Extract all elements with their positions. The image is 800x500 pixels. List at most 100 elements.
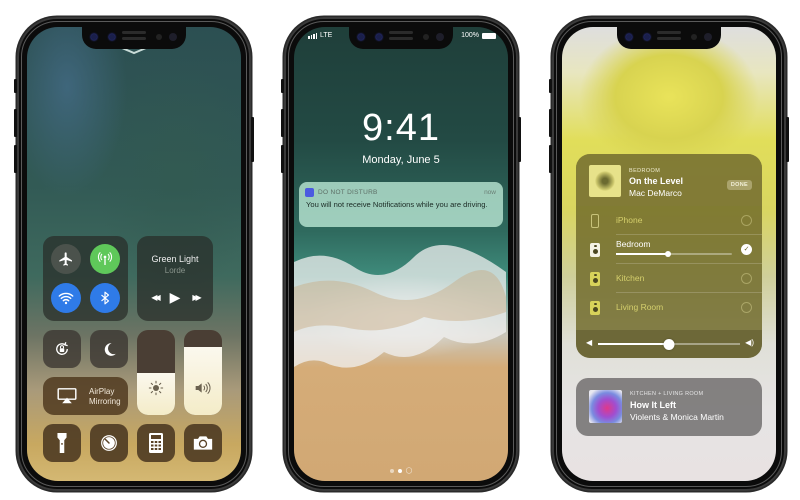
notch [617, 27, 721, 49]
volume-high-icon: ◀) [745, 338, 754, 347]
music-artist: Lorde [164, 266, 186, 275]
camera-button[interactable] [184, 424, 222, 462]
notification-app-name: DO NOT DISTURB [318, 189, 378, 196]
signal-bars-icon [308, 32, 317, 39]
volume-slider[interactable] [184, 330, 222, 415]
mute-switch [14, 79, 17, 93]
device-row-living-room[interactable]: Living Room [576, 293, 762, 322]
flashlight-icon [57, 433, 67, 453]
device-name: Kitchen [616, 273, 645, 283]
device-row-bedroom[interactable]: Bedroom ✓ [576, 235, 762, 264]
speaker-device-icon [590, 272, 600, 286]
wallpaper-wave [294, 245, 506, 368]
airplay-label-line2: Mirroring [89, 397, 121, 406]
other-album-art [589, 390, 622, 423]
rotation-lock-button[interactable] [43, 330, 81, 368]
speaker-device-icon [590, 301, 600, 315]
music-tile[interactable]: Green Light Lorde ◀◀ ▶ ▶▶ [137, 236, 213, 321]
car-icon [305, 188, 314, 197]
volume-down-button [549, 145, 552, 173]
phone-control-center: Green Light Lorde ◀◀ ▶ ▶▶ AirPlay Mirror… [14, 17, 254, 491]
page-dot [389, 468, 394, 473]
device-volume-slider[interactable] [616, 250, 732, 257]
battery-percent: 100% [461, 32, 479, 39]
page-dot-current [397, 468, 402, 473]
status-bar-right: 100% [461, 32, 496, 39]
done-button[interactable]: DONE [726, 180, 752, 190]
volume-up-button [549, 109, 552, 137]
other-session-room: KITCHEN + LIVING ROOM [630, 391, 704, 397]
sun-icon [137, 380, 175, 401]
phone-lock-screen: LTE 100% 9:41 Monday, June 5 DO NOT DIST… [281, 17, 521, 491]
fast-forward-button[interactable]: ▶▶ [192, 293, 201, 302]
device-row-kitchen[interactable]: Kitchen [576, 264, 762, 293]
bluetooth-toggle[interactable] [90, 283, 120, 313]
device-row-iphone[interactable]: iPhone [576, 206, 762, 235]
control-center-screen: Green Light Lorde ◀◀ ▶ ▶▶ AirPlay Mirror… [27, 27, 241, 481]
mute-switch [281, 79, 284, 93]
volume-down-button [281, 145, 284, 173]
carrier-label: LTE [320, 32, 333, 39]
airplay-panel: BEDROOM On the Level Mac DeMarco DONE iP… [576, 154, 762, 358]
bluetooth-icon [101, 291, 110, 305]
side-button [251, 117, 254, 162]
do-not-disturb-button[interactable] [90, 330, 128, 368]
other-session-card[interactable]: KITCHEN + LIVING ROOM How It Left Violen… [576, 378, 762, 436]
unselected-circle-icon[interactable] [741, 215, 752, 226]
airplay-mirroring-button[interactable]: AirPlay Mirroring [43, 377, 128, 415]
now-playing-artist: Mac DeMarco [629, 188, 682, 198]
airplay-icon [57, 388, 77, 404]
notification-card[interactable]: DO NOT DISTURB now You will not receive … [299, 182, 503, 227]
speaker-icon [184, 380, 222, 401]
notch [82, 27, 186, 49]
unselected-circle-icon[interactable] [741, 302, 752, 313]
now-playing-header: BEDROOM On the Level Mac DeMarco DONE [576, 154, 762, 206]
iphone-icon [591, 214, 599, 228]
checkmark-icon[interactable]: ✓ [741, 244, 752, 255]
moon-icon [104, 342, 116, 356]
volume-knob[interactable] [663, 338, 675, 350]
master-volume-bar: ◀ ◀) [576, 330, 762, 358]
camera-icon [193, 436, 213, 450]
wifi-toggle[interactable] [51, 283, 81, 313]
volume-low-icon: ◀ [586, 338, 593, 347]
wifi-icon [58, 292, 74, 305]
calculator-button[interactable] [137, 424, 175, 462]
master-volume-slider[interactable] [598, 338, 740, 350]
airplane-mode-toggle[interactable] [51, 244, 81, 274]
phone-airplay: BEDROOM On the Level Mac DeMarco DONE iP… [549, 17, 789, 491]
page-indicator[interactable]: ◯ [294, 467, 508, 474]
lock-screen: LTE 100% 9:41 Monday, June 5 DO NOT DIST… [294, 27, 508, 481]
now-playing-room: BEDROOM [629, 168, 661, 174]
cellular-data-toggle[interactable] [90, 244, 120, 274]
unselected-circle-icon[interactable] [741, 273, 752, 284]
play-button[interactable]: ▶ [170, 289, 181, 306]
rotation-lock-icon [56, 342, 68, 355]
connectivity-tile [43, 236, 128, 321]
calculator-icon [149, 433, 163, 453]
notification-time: now [484, 189, 496, 196]
airplay-screen: BEDROOM On the Level Mac DeMarco DONE iP… [562, 27, 776, 481]
timer-button[interactable] [90, 424, 128, 462]
rewind-button[interactable]: ◀◀ [151, 293, 160, 302]
brightness-slider[interactable] [137, 330, 175, 415]
volume-up-button [281, 109, 284, 137]
lock-time: 9:41 [362, 107, 440, 149]
now-playing-title: On the Level [629, 176, 684, 186]
device-name: Living Room [616, 302, 664, 312]
airplane-icon [59, 252, 72, 266]
album-art [589, 165, 621, 197]
side-button [786, 117, 789, 162]
other-session-title: How It Left [630, 400, 676, 410]
volume-down-button [14, 145, 17, 173]
airplay-label-line1: AirPlay [89, 387, 115, 396]
battery-icon [482, 32, 496, 39]
mute-switch [549, 79, 552, 93]
lock-date: Monday, June 5 [362, 154, 440, 166]
side-button [518, 117, 521, 162]
camera-page-icon: ◯ [405, 468, 413, 474]
status-bar-left: LTE [308, 32, 332, 39]
device-volume-knob[interactable] [665, 250, 672, 257]
device-name: iPhone [616, 215, 643, 225]
flashlight-button[interactable] [43, 424, 81, 462]
